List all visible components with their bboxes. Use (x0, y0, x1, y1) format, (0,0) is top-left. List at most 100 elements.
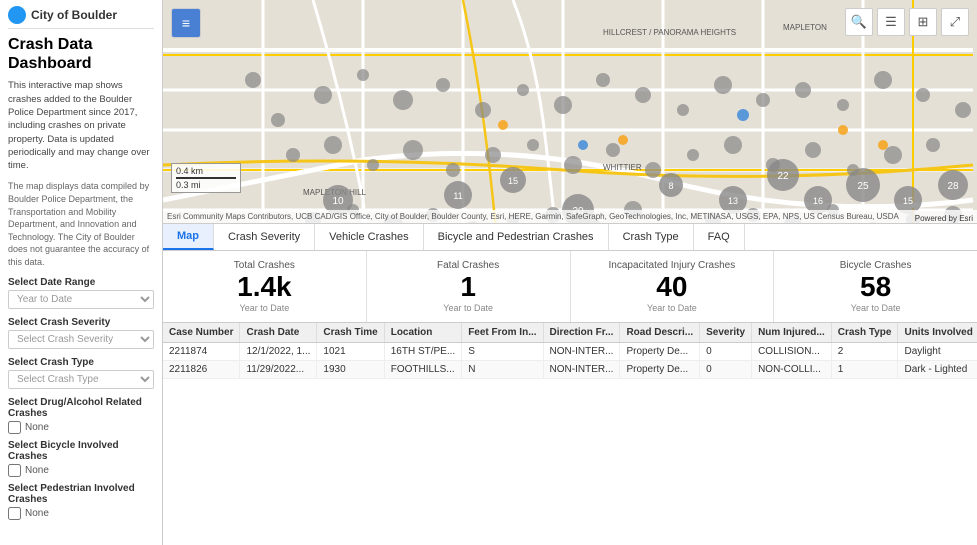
table-cell: S (462, 342, 543, 360)
bicycle-value: 58 (860, 273, 891, 301)
tab-crash-severity[interactable]: Crash Severity (214, 224, 315, 250)
svg-text:11: 11 (453, 191, 462, 201)
table-row[interactable]: 221187412/1/2022, 1...102116TH ST/PE...S… (163, 342, 977, 360)
crash-type-label: Select Crash Type (8, 357, 154, 368)
data-table-container[interactable]: Case Number Crash Date Crash Time Locati… (163, 323, 977, 545)
map-widget-button[interactable]: ≡ (171, 8, 201, 38)
tab-vehicle-crashes[interactable]: Vehicle Crashes (315, 224, 424, 250)
map-toolbar: 🔍 ☰ ⊞ ⤢ (845, 8, 969, 36)
pedestrian-filter: Select Pedestrian Involved Crashes None (8, 483, 154, 520)
table-cell: 1021 (317, 342, 384, 360)
map-container[interactable]: HILLCREST / PANORAMA HEIGHTS MAPLETON MA… (163, 0, 977, 223)
grid-view-button[interactable]: ⊞ (909, 8, 937, 36)
col-units: Units Involved (898, 323, 977, 343)
svg-text:HILLCREST / PANORAMA HEIGHTS: HILLCREST / PANORAMA HEIGHTS (603, 28, 736, 37)
tab-crash-type[interactable]: Crash Type (609, 224, 694, 250)
table-cell: 2211874 (163, 342, 240, 360)
date-range-select[interactable]: Year to Date (8, 290, 154, 309)
bicycle-card: Bicycle Crashes 58 Year to Date (774, 251, 977, 322)
search-button[interactable]: 🔍 (845, 8, 873, 36)
table-body: 221187412/1/2022, 1...102116TH ST/PE...S… (163, 342, 977, 378)
crash-type-filter: Select Crash Type Select Crash Type (8, 357, 154, 389)
table-cell: Dark - Lighted (898, 360, 977, 378)
drug-alcohol-value: None (25, 422, 49, 433)
map-attribution: Esri Community Maps Contributors, UCB CA… (163, 210, 977, 223)
total-crashes-title: Total Crashes (234, 260, 295, 271)
tab-bicycle-pedestrian[interactable]: Bicycle and Pedestrian Crashes (424, 224, 609, 250)
main-content: HILLCREST / PANORAMA HEIGHTS MAPLETON MA… (163, 0, 977, 545)
sidebar: City of Boulder Crash Data Dashboard Thi… (0, 0, 163, 545)
col-crash-type: Crash Type (831, 323, 898, 343)
powered-by: Powered by Esri (915, 214, 973, 223)
table-cell: 1930 (317, 360, 384, 378)
total-crashes-card: Total Crashes 1.4k Year to Date (163, 251, 367, 322)
map-navigation: ≡ (171, 8, 201, 38)
pedestrian-checkbox[interactable] (8, 507, 21, 520)
col-location: Location (384, 323, 461, 343)
svg-text:13: 13 (728, 196, 738, 206)
col-num-injured: Num Injured... (752, 323, 832, 343)
total-crashes-subtitle: Year to Date (240, 303, 290, 313)
bicycle-title: Bicycle Crashes (840, 260, 912, 271)
col-crash-time: Crash Time (317, 323, 384, 343)
col-case-number: Case Number (163, 323, 240, 343)
total-crashes-value: 1.4k (237, 273, 292, 301)
table-cell: 2211826 (163, 360, 240, 378)
svg-text:MAPLETON: MAPLETON (783, 23, 827, 32)
app-description: This interactive map shows crashes added… (8, 79, 154, 172)
col-crash-date: Crash Date (240, 323, 317, 343)
scale-mi: 0.3 mi (176, 180, 236, 190)
table-cell: 12/1/2022, 1... (240, 342, 317, 360)
incapacitated-subtitle: Year to Date (647, 303, 697, 313)
svg-text:15: 15 (508, 176, 518, 186)
col-road-desc: Road Descri... (620, 323, 700, 343)
tab-faq[interactable]: FAQ (694, 224, 745, 250)
bicycle-subtitle: Year to Date (851, 303, 901, 313)
fatal-crashes-card: Fatal Crashes 1 Year to Date (367, 251, 571, 322)
list-view-button[interactable]: ☰ (877, 8, 905, 36)
crash-type-select[interactable]: Select Crash Type (8, 370, 154, 389)
map-credit: The map displays data compiled by Boulde… (8, 180, 154, 268)
table-cell: Property De... (620, 342, 700, 360)
drug-alcohol-label: Select Drug/Alcohol Related Crashes (8, 397, 154, 419)
table-cell: 0 (700, 360, 752, 378)
city-title: City of Boulder (31, 8, 117, 22)
table-cell: 16TH ST/PE... (384, 342, 461, 360)
bicycle-value: None (25, 465, 49, 476)
tab-map[interactable]: Map (163, 224, 214, 250)
pedestrian-label: Select Pedestrian Involved Crashes (8, 483, 154, 505)
svg-text:22: 22 (777, 171, 789, 182)
table-cell: Daylight (898, 342, 977, 360)
fatal-crashes-subtitle: Year to Date (443, 303, 493, 313)
svg-text:28: 28 (947, 181, 959, 192)
fatal-crashes-value: 1 (460, 273, 476, 301)
table-cell: NON-COLLI... (752, 360, 832, 378)
col-severity: Severity (700, 323, 752, 343)
crash-severity-select[interactable]: Select Crash Severity (8, 330, 154, 349)
stats-row: Total Crashes 1.4k Year to Date Fatal Cr… (163, 251, 977, 323)
table-cell: 0 (700, 342, 752, 360)
drug-alcohol-filter: Select Drug/Alcohol Related Crashes None (8, 397, 154, 434)
drug-alcohol-checkbox[interactable] (8, 421, 21, 434)
app-title: Crash Data Dashboard (8, 35, 154, 73)
incapacitated-title: Incapacitated Injury Crashes (609, 260, 736, 271)
bicycle-filter: Select Bicycle Involved Crashes None (8, 440, 154, 477)
table-row[interactable]: 221182611/29/2022...1930FOOTHILLS...NNON… (163, 360, 977, 378)
table-cell: COLLISION... (752, 342, 832, 360)
svg-text:10: 10 (332, 196, 344, 207)
incapacitated-value: 40 (656, 273, 687, 301)
col-feet-from: Feet From In... (462, 323, 543, 343)
svg-text:8: 8 (668, 181, 673, 191)
bicycle-checkbox[interactable] (8, 464, 21, 477)
table-cell: 2 (831, 342, 898, 360)
date-range-label: Select Date Range (8, 277, 154, 288)
fatal-crashes-title: Fatal Crashes (437, 260, 499, 271)
table-cell: NON-INTER... (543, 360, 620, 378)
table-cell: 1 (831, 360, 898, 378)
globe-icon (8, 6, 26, 24)
city-header: City of Boulder (8, 6, 154, 29)
expand-button[interactable]: ⤢ (941, 8, 969, 36)
crash-data-table: Case Number Crash Date Crash Time Locati… (163, 323, 977, 379)
svg-text:15: 15 (903, 196, 913, 206)
incapacitated-card: Incapacitated Injury Crashes 40 Year to … (571, 251, 775, 322)
